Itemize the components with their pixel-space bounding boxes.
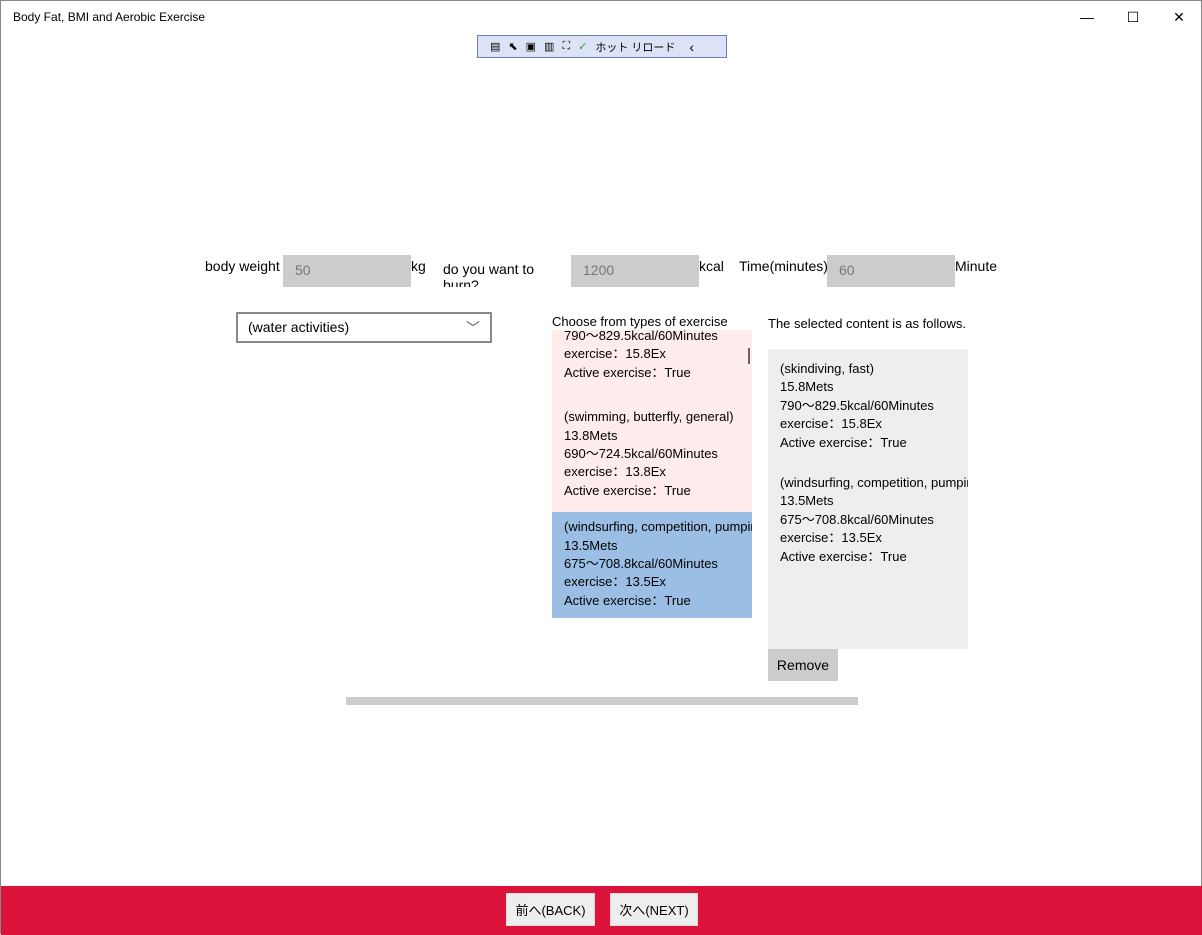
display-layout-icon[interactable]: ⛶: [562, 40, 570, 53]
exercise-item-line: Active exercise：True: [564, 592, 691, 608]
selected-item-line: Active exercise：True: [780, 434, 907, 450]
horizontal-scrollbar[interactable]: [346, 697, 858, 705]
hot-reload-check-icon: ✓: [578, 41, 588, 53]
collapse-toolbar-button[interactable]: ‹: [689, 39, 694, 55]
exercise-list[interactable]: 790〜829.5kcal/60Minutes exercise：15.8Ex Ac…: [552, 330, 752, 630]
maximize-button[interactable]: ☐: [1110, 1, 1156, 33]
list-scrollbar[interactable]: [748, 348, 750, 364]
selected-item: (skindiving, fast) 15.8Mets 790〜829.5kcal/…: [780, 360, 956, 452]
next-button[interactable]: 次へ(NEXT): [610, 893, 698, 926]
close-button[interactable]: ✕: [1156, 1, 1202, 33]
remove-button[interactable]: Remove: [768, 649, 838, 681]
exercise-item[interactable]: (swimming, butterfly, general) 13.8Mets 69…: [552, 402, 752, 513]
exercise-item-line: 13.5Mets: [564, 537, 618, 553]
exercise-item-line: (swimming, butterfly, general): [564, 409, 734, 425]
body-weight-input[interactable]: 50: [283, 255, 411, 287]
track-focus-icon[interactable]: ▥: [544, 40, 554, 53]
selected-content-heading: The selected content is as follows.: [768, 316, 966, 331]
exercise-item-line: Active exercise：True: [564, 364, 691, 380]
kcal-label-line: burn?: [443, 277, 479, 287]
selected-item-line: 15.8Mets: [780, 379, 834, 395]
exercise-item-line: Active exercise：True: [564, 482, 691, 498]
footer-bar: [1, 886, 1202, 935]
exercise-item-line: exercise：13.5Ex: [564, 574, 666, 590]
selected-item-line: 790〜829.5kcal/60Minutes: [780, 397, 934, 413]
exercise-item-line: 690〜724.5kcal/60Minutes: [564, 446, 718, 462]
time-label: Time(minutes): [739, 258, 828, 274]
selected-content-list: (skindiving, fast) 15.8Mets 790〜829.5kcal/…: [768, 349, 968, 649]
exercise-item-line: exercise：15.8Ex: [564, 346, 666, 362]
selected-item-line: exercise：15.8Ex: [780, 416, 882, 432]
exercise-item[interactable]: 790〜829.5kcal/60Minutes exercise：15.8Ex Ac…: [552, 330, 752, 403]
exercise-item[interactable]: (windsurfing, competition, pumping) 13.5M…: [552, 512, 752, 619]
selected-item-line: (windsurfing, competition, pumping): [780, 475, 968, 491]
kcal-label-line: do you want to: [443, 261, 535, 277]
layout-adorner-icon[interactable]: ▣: [526, 40, 536, 53]
selected-item-line: 13.5Mets: [780, 493, 834, 509]
exercise-item-line: 13.8Mets: [564, 427, 618, 443]
kcal-unit-label: kcal: [699, 258, 724, 274]
exercise-list-heading: Choose from types of exercise: [552, 314, 728, 329]
back-button[interactable]: 前へ(BACK): [506, 893, 595, 926]
minute-unit-label: Minute: [955, 258, 998, 274]
category-selected: (water activities): [248, 319, 350, 335]
kg-unit-label: kg: [411, 258, 426, 274]
dev-toolbar: ▤ ⬉ ▣ ▥ ⛶ ✓ ホット リロード ‹: [477, 35, 727, 58]
selected-item-line: Active exercise：True: [780, 548, 907, 564]
chevron-down-icon: ﹀: [466, 320, 480, 336]
select-element-icon[interactable]: ⬉: [508, 40, 517, 53]
window-title: Body Fat, BMI and Aerobic Exercise: [13, 10, 206, 24]
kcal-input[interactable]: 1200: [571, 255, 699, 287]
body-weight-label: body weight: [205, 258, 280, 274]
selected-item-line: exercise：13.5Ex: [780, 530, 882, 546]
category-dropdown[interactable]: (water activities) ﹀: [236, 312, 492, 343]
time-input[interactable]: 60: [827, 255, 955, 287]
hot-reload-label[interactable]: ホット リロード: [595, 39, 675, 55]
minimize-button[interactable]: —: [1064, 1, 1110, 33]
kcal-target-label: do you want to burn?: [443, 255, 553, 287]
exercise-item-line: (windsurfing, competition, pumping): [564, 519, 752, 535]
exercise-item-line: 790〜829.5kcal/60Minutes: [564, 330, 718, 343]
selected-item-line: (skindiving, fast): [780, 361, 874, 376]
exercise-item-line: 675〜708.8kcal/60Minutes: [564, 556, 718, 572]
exercise-item-line: exercise：13.8Ex: [564, 464, 666, 480]
selected-item-line: 675〜708.8kcal/60Minutes: [780, 511, 934, 527]
properties-icon[interactable]: ▤: [490, 40, 500, 53]
selected-item: (windsurfing, competition, pumping) 13.5M…: [780, 474, 968, 566]
title-bar: Body Fat, BMI and Aerobic Exercise — ☐ ✕: [1, 1, 1201, 33]
